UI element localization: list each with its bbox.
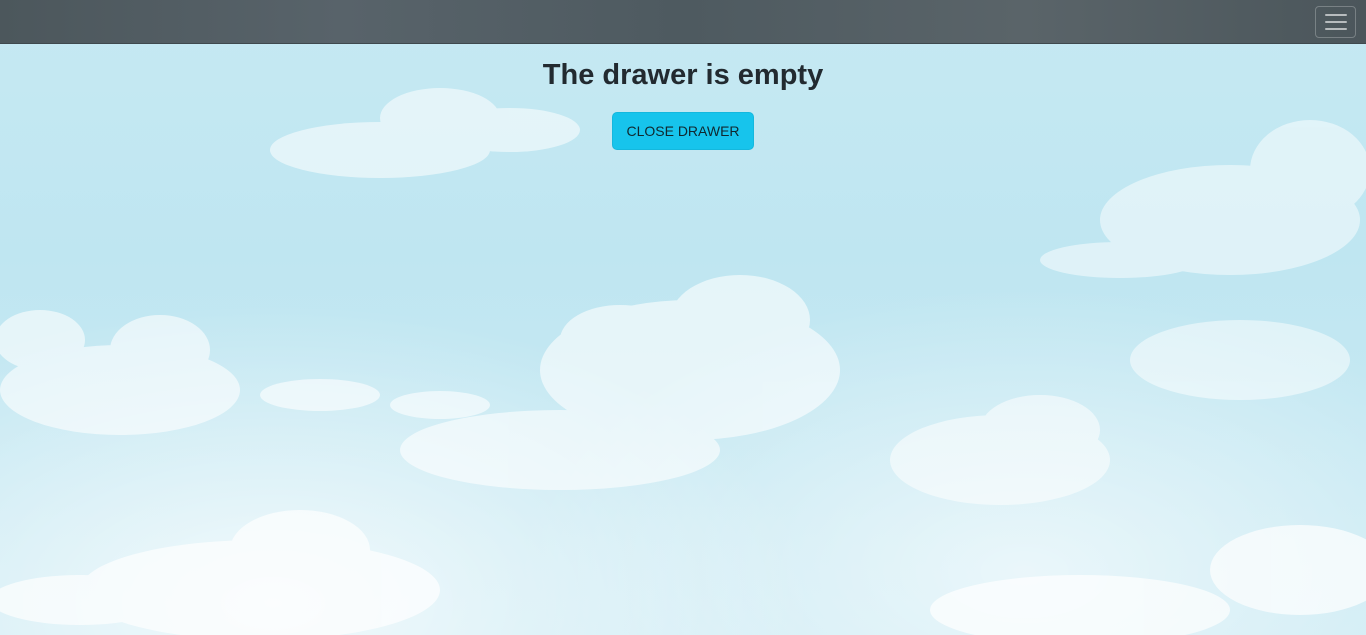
main-content: The drawer is empty CLOSE DRAWER (0, 44, 1366, 150)
top-navbar (0, 0, 1366, 44)
page-title: The drawer is empty (542, 59, 824, 91)
hamburger-menu-icon (1324, 14, 1347, 30)
close-drawer-button[interactable]: CLOSE DRAWER (612, 112, 754, 150)
navbar-toggler-button[interactable] (1315, 6, 1356, 38)
